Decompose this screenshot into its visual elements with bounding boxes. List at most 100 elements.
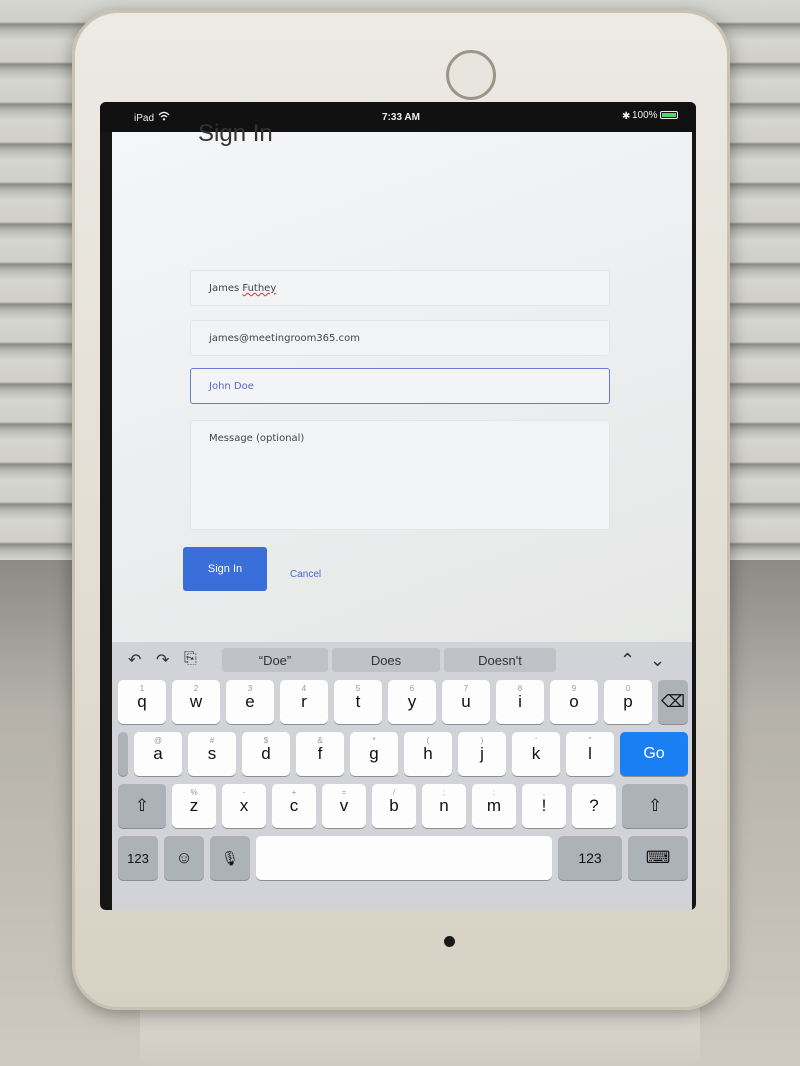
key-b[interactable]: / b xyxy=(372,784,416,828)
key-hint: 3 xyxy=(247,684,253,693)
key-label: v xyxy=(339,796,349,815)
key-a[interactable]: @ a xyxy=(134,732,182,776)
key-label: c xyxy=(289,796,299,815)
name-field-value: James xyxy=(209,283,243,294)
status-time: 7:33 AM xyxy=(382,112,420,123)
on-screen-keyboard: ↶ ↷ ⎘ “Doe” Does Doesn't ⌃ ⌄ 1q 2w 3e 4r… xyxy=(112,642,692,910)
key-x[interactable]: -x xyxy=(222,784,266,828)
key-c[interactable]: + c xyxy=(272,784,316,828)
go-key[interactable]: Go xyxy=(620,732,688,776)
suggestion-2[interactable]: Does xyxy=(332,648,440,672)
key-hint: - xyxy=(242,788,246,797)
key-hint: : xyxy=(492,788,496,797)
sign-in-form: Sign In James Futhey james@meetingroom36… xyxy=(112,120,692,642)
key-hint: 1 xyxy=(139,684,145,693)
key-label: l xyxy=(588,744,592,763)
key-question[interactable]: .? xyxy=(572,784,616,828)
key-label: e xyxy=(245,692,255,711)
backspace-icon: ⌫ xyxy=(660,692,686,711)
email-field[interactable]: james@meetingroom365.com xyxy=(190,320,610,356)
key-i[interactable]: 8i xyxy=(496,680,544,724)
key-p[interactable]: 0p xyxy=(604,680,652,724)
numbers-key-left[interactable]: 123 xyxy=(118,836,158,880)
space-bar[interactable] xyxy=(256,836,552,880)
suggestion-3[interactable]: Doesn't xyxy=(444,648,556,672)
key-label: b xyxy=(389,796,399,815)
hide-keyboard-key[interactable]: ⌨ xyxy=(628,836,688,880)
undo-icon[interactable]: ↶ xyxy=(128,650,141,670)
name-field[interactable]: James Futhey xyxy=(190,270,610,306)
message-field-placeholder: Message (optional) xyxy=(209,433,305,444)
cancel-link[interactable]: Cancel xyxy=(290,569,321,580)
key-hint: = xyxy=(341,788,347,797)
key-hint: " xyxy=(588,736,592,745)
key-label: w xyxy=(189,692,203,711)
key-u[interactable]: 7u xyxy=(442,680,490,724)
key-n[interactable]: ; n xyxy=(422,784,466,828)
key-s[interactable]: # s xyxy=(188,732,236,776)
message-field[interactable]: Message (optional) xyxy=(190,420,610,530)
camera-icon xyxy=(444,936,455,947)
key-v[interactable]: = v xyxy=(322,784,366,828)
key-hint: ) xyxy=(480,736,484,745)
key-g[interactable]: * g xyxy=(350,732,398,776)
key-r[interactable]: 4r xyxy=(280,680,328,724)
key-hint: @ xyxy=(153,736,163,745)
emoji-key[interactable]: ☺ xyxy=(164,836,204,880)
bluetooth-icon: ✱ xyxy=(622,111,631,122)
key-hint: % xyxy=(190,788,198,797)
key-label: j xyxy=(480,744,484,763)
key-y[interactable]: 6y xyxy=(388,680,436,724)
shift-key-right[interactable]: ⇧ xyxy=(622,784,688,828)
key-label: n xyxy=(439,796,449,815)
key-m[interactable]: :m xyxy=(472,784,516,828)
key-z[interactable]: % z xyxy=(172,784,216,828)
email-field-value: james@meetingroom365.com xyxy=(209,333,360,344)
home-button[interactable] xyxy=(446,50,496,100)
key-k[interactable]: ' k xyxy=(512,732,560,776)
sign-in-button[interactable]: Sign In xyxy=(183,547,267,591)
numbers-key-right[interactable]: 123 xyxy=(558,836,622,880)
key-label: h xyxy=(423,744,433,763)
previous-field-icon[interactable]: ⌃ xyxy=(620,650,635,671)
key-t[interactable]: 5t xyxy=(334,680,382,724)
name-field-misspelled-word: Futhey xyxy=(242,283,277,294)
key-j[interactable]: ) j xyxy=(458,732,506,776)
key-label: t xyxy=(355,692,361,711)
key-o[interactable]: 9o xyxy=(550,680,598,724)
suggestion-1[interactable]: “Doe” xyxy=(222,648,328,672)
key-hint: 7 xyxy=(463,684,469,693)
key-exclamation[interactable]: ,! xyxy=(522,784,566,828)
next-field-icon[interactable]: ⌄ xyxy=(650,650,665,671)
dictation-key[interactable]: 🎙 xyxy=(210,836,250,880)
paste-icon[interactable]: ⎘ xyxy=(184,650,197,668)
key-hint: $ xyxy=(263,736,269,745)
microphone-icon: 🎙 xyxy=(221,849,239,866)
key-e[interactable]: 3e xyxy=(226,680,274,724)
key-q[interactable]: 1q xyxy=(118,680,166,724)
key-hint: & xyxy=(317,736,323,745)
shift-icon: ⇧ xyxy=(134,796,150,815)
key-spacer-left xyxy=(118,732,128,776)
key-hint: / xyxy=(392,788,396,797)
status-bar: iPad 7:33 AM ✱ 100% xyxy=(100,102,696,132)
key-hint: ' xyxy=(535,736,537,745)
key-w[interactable]: 2w xyxy=(172,680,220,724)
key-hint: + xyxy=(291,788,297,797)
key-h[interactable]: (h xyxy=(404,732,452,776)
hide-keyboard-icon: ⌨ xyxy=(645,848,671,867)
key-label: r xyxy=(301,692,307,711)
key-hint: 6 xyxy=(409,684,415,693)
shift-key-left[interactable]: ⇧ xyxy=(118,784,166,828)
redo-icon[interactable]: ↷ xyxy=(156,650,169,670)
key-l[interactable]: " l xyxy=(566,732,614,776)
key-label: u xyxy=(461,692,471,711)
backspace-key[interactable]: ⌫ xyxy=(658,680,688,724)
key-hint: 4 xyxy=(301,684,307,693)
key-hint: 0 xyxy=(625,684,631,693)
key-hint: , xyxy=(542,788,546,797)
key-f[interactable]: & f xyxy=(296,732,344,776)
company-field[interactable]: John Doe xyxy=(190,368,610,404)
key-d[interactable]: $ d xyxy=(242,732,290,776)
key-hint: 8 xyxy=(517,684,523,693)
